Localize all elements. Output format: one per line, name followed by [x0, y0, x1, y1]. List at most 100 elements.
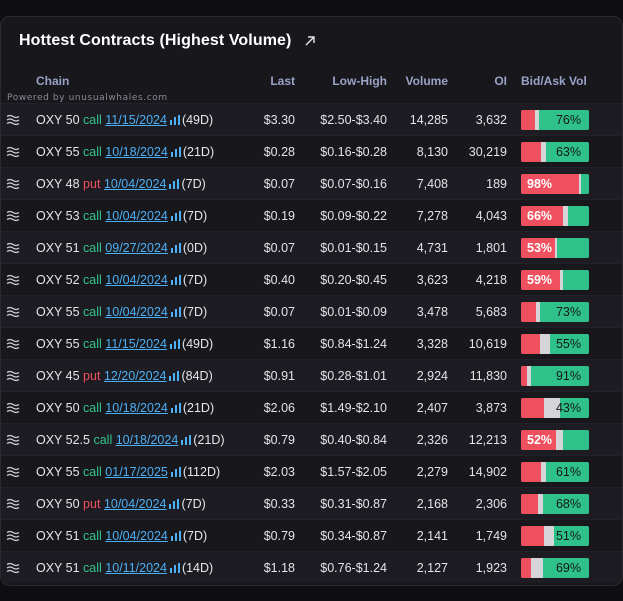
bar-chart-icon[interactable] — [169, 562, 180, 573]
bid-ask-volume-bar: 69% — [521, 558, 589, 578]
table-row[interactable]: OXY 55 call 10/18/2024 (21D) $0.28 $0.16-… — [1, 135, 622, 167]
table-row[interactable]: OXY 53 call 10/04/2024 (7D) $0.19 $0.09-$… — [1, 199, 622, 231]
expiry-link[interactable]: 10/04/2024 — [104, 497, 167, 511]
bid-ask-percent: 53% — [527, 241, 553, 255]
bar-chart-icon[interactable] — [170, 274, 181, 285]
bar-chart-icon[interactable] — [169, 178, 180, 189]
flow-wave-icon[interactable] — [6, 338, 20, 350]
bid-volume-fill — [521, 398, 544, 418]
bar-chart-icon[interactable] — [170, 146, 181, 157]
table-row[interactable]: OXY 52.5 call 10/18/2024 (21D) $0.79 $0.4… — [1, 423, 622, 455]
table-row[interactable]: OXY 51 call 09/27/2024 (0D) $0.07 $0.01-$… — [1, 231, 622, 263]
table-row[interactable]: OXY 50 call 11/15/2024 (49D) $3.30 $2.50-… — [1, 103, 622, 135]
flow-wave-icon[interactable] — [6, 146, 20, 158]
table-row[interactable]: OXY 55 call 11/15/2024 (49D) $1.16 $0.84-… — [1, 327, 622, 359]
last-price: $0.07 — [263, 305, 295, 319]
flow-wave-icon[interactable] — [6, 114, 20, 126]
contract-type: put — [83, 369, 101, 383]
table-row[interactable]: OXY 52 call 10/04/2024 (7D) $0.40 $0.20-$… — [1, 263, 622, 295]
open-interest-value: 1,801 — [475, 241, 507, 255]
flow-wave-icon[interactable] — [6, 466, 20, 478]
table-row[interactable]: OXY 45 put 12/20/2024 (84D) $0.91 $0.28-$… — [1, 359, 622, 391]
bid-ask-volume-bar: 61% — [521, 462, 589, 482]
column-header-last[interactable]: Last — [270, 74, 295, 88]
contract-type: put — [83, 177, 101, 191]
expiry-link[interactable]: 10/04/2024 — [104, 177, 167, 191]
flow-wave-icon[interactable] — [6, 498, 20, 510]
expiry-link[interactable]: 10/04/2024 — [105, 273, 168, 287]
open-interest-value: 4,043 — [475, 209, 507, 223]
bid-ask-percent: 69% — [555, 561, 581, 575]
expiry-link[interactable]: 10/04/2024 — [105, 209, 168, 223]
contract-type: call — [83, 561, 102, 575]
table-row[interactable]: OXY 55 call 10/04/2024 (7D) $0.07 $0.01-$… — [1, 295, 622, 327]
contract-symbol: OXY 45 — [36, 369, 80, 383]
expiry-link[interactable]: 10/04/2024 — [105, 529, 168, 543]
flow-wave-icon[interactable] — [6, 370, 20, 382]
flow-wave-icon[interactable] — [6, 306, 20, 318]
flow-wave-icon[interactable] — [6, 434, 20, 446]
expiry-link[interactable]: 10/18/2024 — [105, 145, 168, 159]
flow-wave-icon[interactable] — [6, 274, 20, 286]
bar-chart-icon[interactable] — [169, 338, 180, 349]
table-row[interactable]: OXY 51 call 10/11/2024 (14D) $1.18 $0.76-… — [1, 551, 622, 583]
mid-volume-fill — [556, 430, 563, 450]
bar-chart-icon[interactable] — [170, 242, 181, 253]
days-to-expiry: (7D) — [181, 177, 206, 191]
bar-chart-icon[interactable] — [170, 306, 181, 317]
low-high-range: $0.34-$0.87 — [320, 529, 387, 543]
contract-chain: OXY 55 call 10/04/2024 (7D) — [36, 305, 207, 319]
expiry-link[interactable]: 10/04/2024 — [105, 305, 168, 319]
table-row[interactable]: OXY 55 call 01/17/2025 (112D) $2.03 $1.57… — [1, 455, 622, 487]
last-price: $0.91 — [263, 369, 295, 383]
bar-chart-icon[interactable] — [170, 466, 181, 477]
column-header-volume[interactable]: Volume — [406, 74, 448, 88]
table-row[interactable]: OXY 51 call 10/04/2024 (7D) $0.79 $0.34-$… — [1, 519, 622, 551]
flow-wave-icon[interactable] — [6, 402, 20, 414]
volume-value: 3,328 — [416, 337, 448, 351]
column-header-chain[interactable]: Chain — [36, 74, 69, 88]
bid-ask-volume-bar: 53% — [521, 238, 589, 258]
table-row[interactable]: OXY 50 call 10/18/2024 (21D) $2.06 $1.49-… — [1, 391, 622, 423]
expiry-link[interactable]: 10/18/2024 — [105, 401, 168, 415]
flow-wave-icon[interactable] — [6, 530, 20, 542]
column-header-bid-ask-vol[interactable]: Bid/Ask Vol — [521, 74, 587, 88]
bid-ask-volume-bar: 52% — [521, 430, 589, 450]
column-header-oi[interactable]: OI — [494, 74, 507, 88]
days-to-expiry: (7D) — [182, 529, 208, 543]
bar-chart-icon[interactable] — [170, 402, 181, 413]
bar-chart-icon[interactable] — [181, 434, 192, 445]
external-link-icon[interactable] — [303, 34, 317, 48]
low-high-range: $1.57-$2.05 — [320, 465, 387, 479]
expiry-link[interactable]: 01/17/2025 — [105, 465, 168, 479]
flow-wave-icon[interactable] — [6, 562, 20, 574]
bid-ask-percent: 52% — [527, 433, 553, 447]
bid-ask-volume-bar: 98% — [521, 174, 589, 194]
column-header-low-high[interactable]: Low-High — [332, 74, 387, 88]
contract-type: call — [83, 209, 102, 223]
low-high-range: $0.07-$0.16 — [320, 177, 387, 191]
bid-ask-volume-bar: 73% — [521, 302, 589, 322]
mid-volume-fill — [531, 558, 543, 578]
flow-wave-icon[interactable] — [6, 210, 20, 222]
expiry-link[interactable]: 12/20/2024 — [104, 369, 167, 383]
expiry-link[interactable]: 10/11/2024 — [105, 561, 167, 575]
bar-chart-icon[interactable] — [169, 370, 180, 381]
table-row[interactable]: OXY 48 put 10/04/2024 (7D) $0.07 $0.07-$0… — [1, 167, 622, 199]
bar-chart-icon[interactable] — [169, 114, 180, 125]
expiry-link[interactable]: 09/27/2024 — [105, 241, 168, 255]
expiry-link[interactable]: 11/15/2024 — [105, 113, 167, 127]
expiry-link[interactable]: 11/15/2024 — [105, 337, 167, 351]
expiry-link[interactable]: 10/18/2024 — [116, 433, 179, 447]
low-high-range: $2.50-$3.40 — [320, 113, 387, 127]
last-price: $0.79 — [263, 433, 295, 447]
contract-type: call — [83, 465, 102, 479]
contract-type: call — [83, 529, 102, 543]
bar-chart-icon[interactable] — [170, 530, 181, 541]
flow-wave-icon[interactable] — [6, 242, 20, 254]
bar-chart-icon[interactable] — [169, 498, 180, 509]
flow-wave-icon[interactable] — [6, 178, 20, 190]
bar-chart-icon[interactable] — [170, 210, 181, 221]
days-to-expiry: (7D) — [182, 305, 208, 319]
table-row[interactable]: OXY 50 put 10/04/2024 (7D) $0.33 $0.31-$0… — [1, 487, 622, 519]
